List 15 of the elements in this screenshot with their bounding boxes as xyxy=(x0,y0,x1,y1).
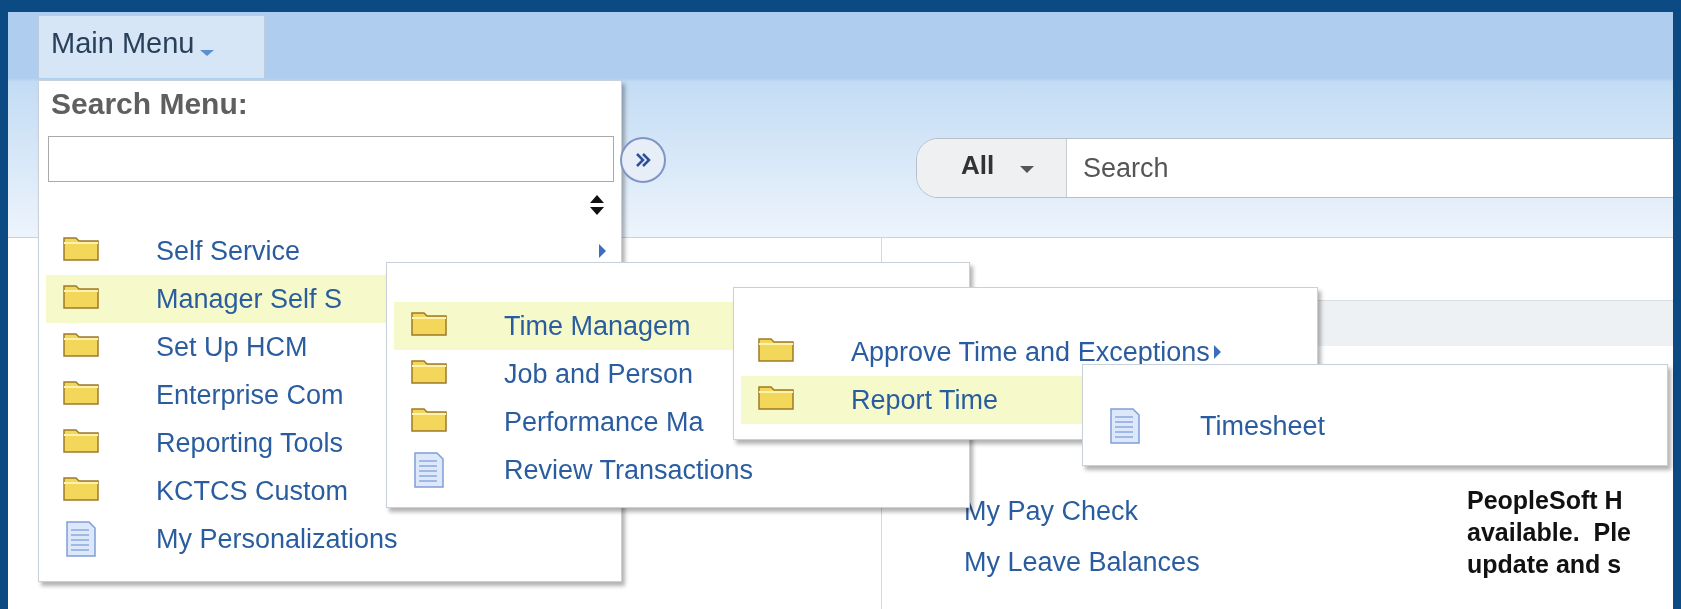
menu-search-field[interactable] xyxy=(48,136,614,182)
caret-icon xyxy=(1020,165,1035,173)
notice-text: PeopleSoft H xyxy=(1467,485,1623,516)
page-link[interactable]: My Leave Balances xyxy=(964,547,1200,578)
sort-icon xyxy=(589,195,605,215)
notice-text: available. Ple xyxy=(1467,517,1631,548)
search-menu-title: Search Menu: xyxy=(50,87,249,122)
caret-icon xyxy=(200,50,215,56)
search-scope-dropdown[interactable]: All xyxy=(917,139,1067,197)
menu-item[interactable]: Review Transactions xyxy=(394,446,962,494)
menu-item[interactable]: My Personalizations xyxy=(46,515,614,563)
main-menu-button[interactable]: Main Menu xyxy=(38,15,265,78)
search-field[interactable]: Search xyxy=(1067,139,1673,197)
menu-item[interactable]: Self Service xyxy=(46,227,614,275)
notice-text: update and s xyxy=(1467,549,1622,580)
